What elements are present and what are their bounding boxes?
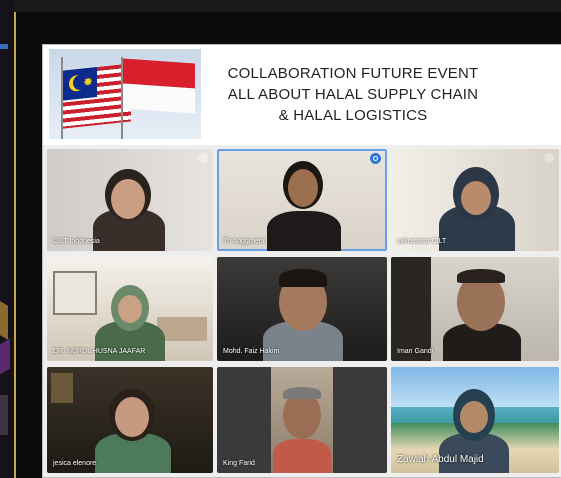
title-line-3: & HALAL LOGISTICS (278, 107, 428, 124)
active-speaker-icon (370, 153, 381, 164)
decorative-shape (0, 338, 10, 382)
participant-name: King Farid (223, 460, 255, 467)
participant-name: sekretariat CILT (397, 238, 447, 245)
indonesia-flag-icon (123, 58, 195, 114)
event-slide: ✸ COLLABORATION FUTURE EVENT ALL ABOUT H… (42, 44, 561, 478)
participant-tile[interactable]: DR. NURUL HUSNA JAAFAR (47, 257, 213, 361)
participant-name: Tri Anggraeni (223, 238, 265, 245)
camera-off-icon[interactable] (198, 153, 208, 163)
participant-tile[interactable]: Iman Gandi (391, 257, 559, 361)
participant-tile[interactable]: CILT Indonesia (47, 149, 213, 251)
participant-tile[interactable]: sekretariat CILT (391, 149, 559, 251)
participant-tile[interactable]: Mohd. Faiz Hakim (217, 257, 387, 361)
flags-banner: ✸ (49, 49, 201, 139)
participant-tile[interactable]: Zawiah Abdul Majid (391, 367, 559, 473)
participant-tile[interactable]: King Farid (217, 367, 387, 473)
slide-header: ✸ COLLABORATION FUTURE EVENT ALL ABOUT H… (43, 45, 561, 145)
participant-name: Iman Gandi (397, 348, 434, 355)
event-title: COLLABORATION FUTURE EVENT ALL ABOUT HAL… (203, 63, 503, 126)
participant-name: Zawiah Abdul Majid (397, 454, 484, 465)
participant-name: Mohd. Faiz Hakim (223, 348, 280, 355)
logo-fragment-icon (0, 44, 8, 49)
participant-name: CILT Indonesia (53, 238, 100, 245)
meeting-screenshot-frame: ✸ COLLABORATION FUTURE EVENT ALL ABOUT H… (14, 12, 561, 478)
participant-name: DR. NURUL HUSNA JAAFAR (53, 348, 146, 355)
participant-tile[interactable]: jesica elenore (47, 367, 213, 473)
decorative-shape (0, 395, 8, 435)
participant-grid: CILT Indonesia Tri Anggraeni sekretariat… (47, 149, 559, 473)
decorative-shape (0, 294, 8, 340)
participant-tile[interactable]: Tri Anggraeni (217, 149, 387, 251)
background-slide-edge (0, 0, 14, 478)
participant-name: jesica elenore (53, 460, 97, 467)
title-line-2: ALL ABOUT HALAL SUPPLY CHAIN (227, 86, 479, 103)
title-line-1: COLLABORATION FUTURE EVENT (227, 65, 479, 82)
camera-off-icon[interactable] (544, 153, 554, 163)
